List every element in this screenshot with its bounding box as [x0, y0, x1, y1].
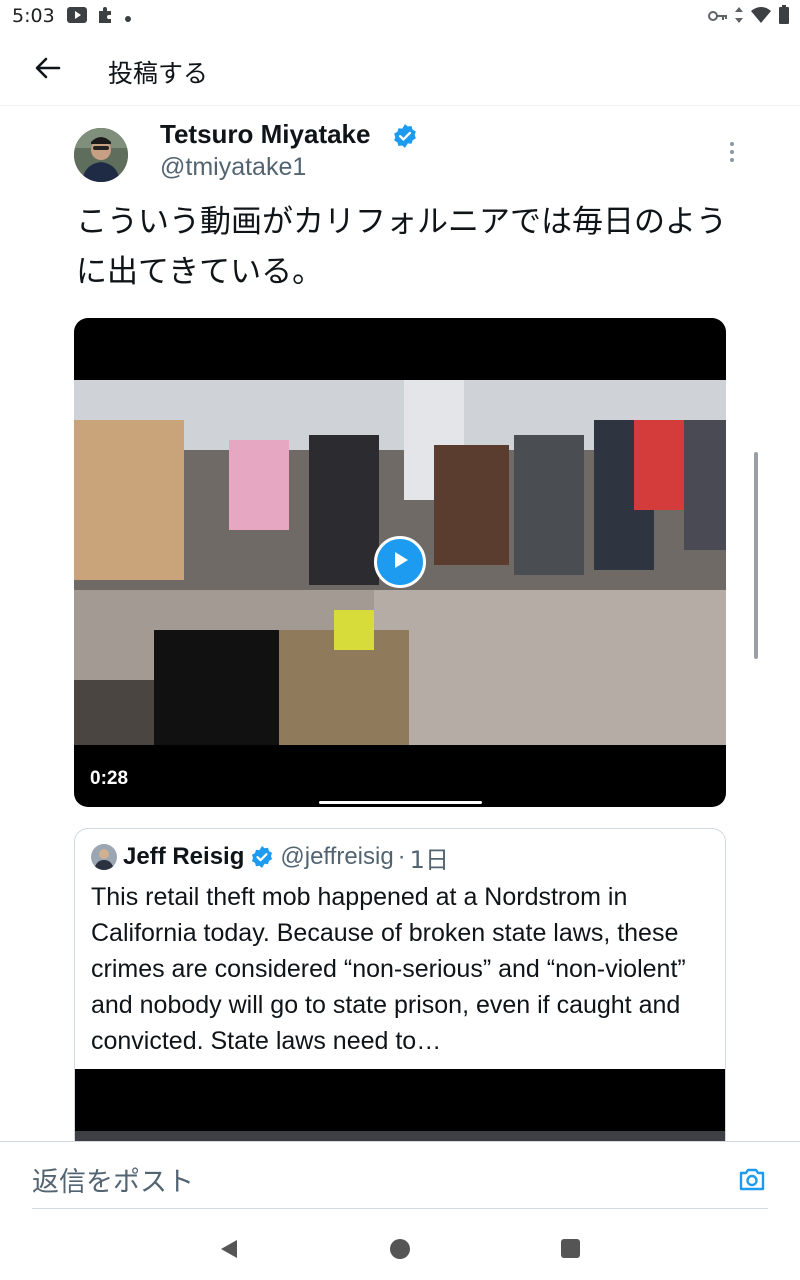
nav-back-icon[interactable] [218, 1238, 240, 1260]
arrow-left-icon [35, 57, 61, 83]
back-button[interactable] [28, 54, 68, 86]
tweet-video[interactable]: 0:28 [74, 318, 726, 807]
play-button[interactable] [374, 536, 426, 588]
status-time: 5:03 [12, 5, 55, 27]
system-nav-bar [0, 1210, 800, 1280]
quoted-tweet-header: Jeff Reisig @jeffreisig · 1日 [91, 841, 449, 874]
status-right-icons [708, 5, 790, 29]
quoted-separator: · [397, 843, 406, 870]
youtube-icon [66, 6, 88, 28]
verified-badge-icon [392, 123, 418, 149]
wifi-icon [750, 6, 772, 28]
more-dot-icon [730, 158, 734, 162]
reply-bar: 返信をポスト [0, 1141, 800, 1210]
quoted-media-preview [75, 1131, 725, 1141]
app-header: 投稿する [0, 34, 800, 106]
quoted-tweet[interactable]: Jeff Reisig @jeffreisig · 1日 This retail… [74, 828, 726, 1141]
nav-home-icon[interactable] [390, 1239, 410, 1259]
quoted-author-name: Jeff Reisig [123, 843, 245, 870]
video-duration: 0:28 [90, 768, 129, 789]
quoted-timestamp: 1日 [409, 845, 449, 874]
author-name[interactable]: Tetsuro Miyatake [160, 119, 370, 150]
more-dot-icon [730, 142, 734, 146]
battery-icon [778, 5, 790, 29]
camera-icon[interactable] [738, 1166, 766, 1192]
tweet-text: こういう動画がカリフォルニアでは毎日のように出てきている。 [76, 204, 727, 290]
nav-recents-icon[interactable] [561, 1239, 580, 1258]
reply-input[interactable]: 返信をポスト [32, 1160, 194, 1199]
quoted-author-handle: @jeffreisig [280, 843, 394, 870]
key-icon [708, 8, 728, 27]
verified-badge-icon [250, 845, 274, 869]
avatar[interactable] [74, 128, 128, 182]
quoted-tweet-text: This retail theft mob happened at a Nord… [91, 883, 686, 1055]
data-arrows-icon [734, 6, 744, 28]
quoted-media [75, 1069, 725, 1141]
puzzle-icon [96, 5, 116, 29]
author-handle[interactable]: @tmiyatake1 [160, 153, 306, 182]
reply-divider [32, 1208, 768, 1209]
more-options-button[interactable] [718, 137, 746, 167]
scrollbar[interactable] [754, 452, 758, 659]
page-title: 投稿する [108, 59, 209, 88]
tweet-detail[interactable]: Tetsuro Miyatake @tmiyatake1 こういう動画がカリフォ… [0, 107, 800, 1141]
status-bar: 5:03 [0, 0, 800, 34]
play-icon [389, 549, 411, 575]
quoted-avatar [91, 844, 117, 870]
status-left-icons [66, 6, 132, 28]
video-progress-indicator [319, 801, 482, 804]
more-dot-icon [730, 150, 734, 154]
dot-icon [124, 8, 132, 27]
